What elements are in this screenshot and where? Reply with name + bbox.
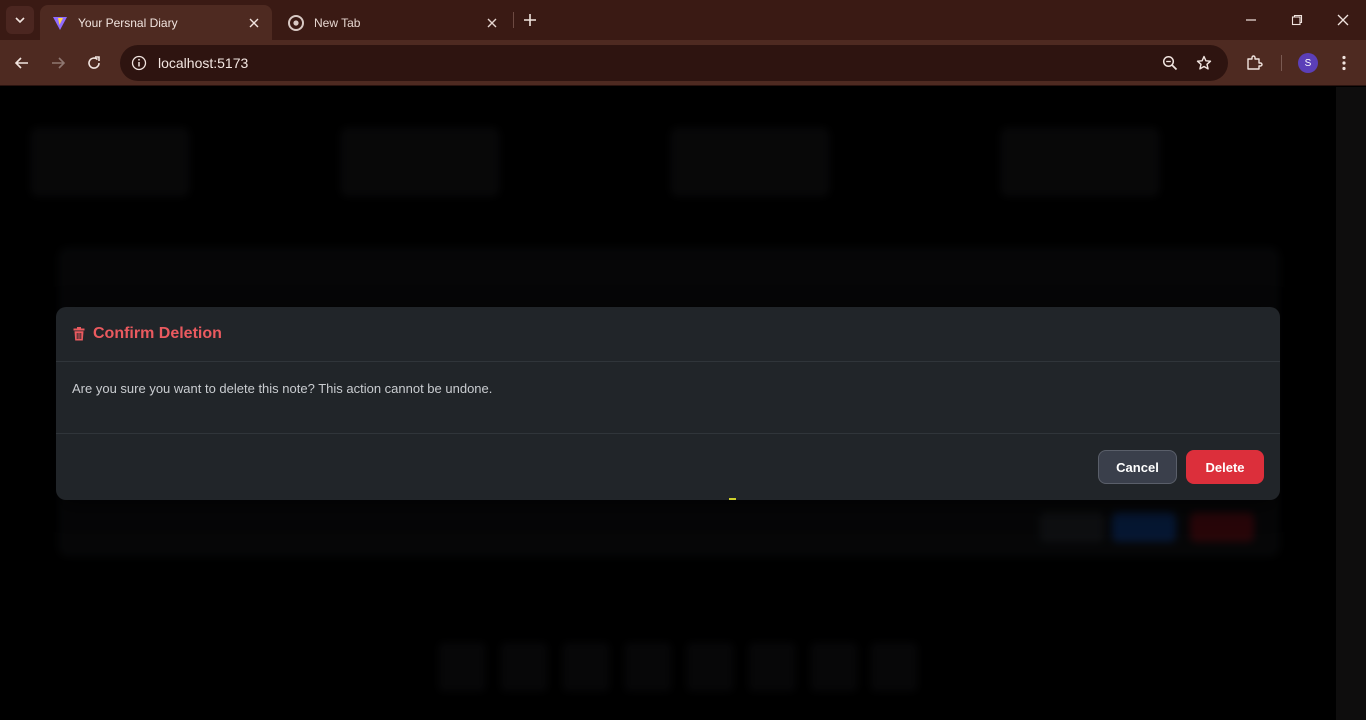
tab-your-persnal-diary[interactable]: Your Persnal Diary [40, 5, 272, 40]
pager-item [870, 642, 918, 692]
profile-button[interactable]: S [1294, 49, 1322, 77]
confirm-deletion-modal: Confirm Deletion Are you sure you want t… [56, 307, 1280, 500]
scrollbar[interactable] [1336, 87, 1366, 720]
modal-header: Confirm Deletion [56, 307, 1280, 362]
modal-body: Are you sure you want to delete this not… [56, 362, 1280, 434]
forward-button[interactable] [44, 49, 72, 77]
bookmark-button[interactable] [1190, 49, 1218, 77]
toolbar-divider [1281, 55, 1282, 71]
minimize-button[interactable] [1228, 0, 1274, 40]
pager-item [438, 642, 486, 692]
extensions-button[interactable] [1240, 49, 1268, 77]
chevron-down-icon [15, 17, 25, 24]
pager-item [624, 642, 672, 692]
tab-new-tab[interactable]: New Tab [276, 5, 510, 40]
tab-separator [513, 12, 514, 28]
puzzle-icon [1247, 55, 1263, 70]
stat-card [670, 127, 830, 197]
stat-card [340, 127, 500, 197]
tab-title: New Tab [314, 15, 361, 30]
back-button[interactable] [8, 49, 36, 77]
plus-icon [524, 14, 536, 26]
chrome-icon [288, 14, 304, 31]
zoom-button[interactable] [1156, 49, 1184, 77]
background-button [1040, 512, 1104, 542]
vite-logo-icon [52, 15, 68, 31]
avatar: S [1298, 53, 1318, 73]
modal-footer: Cancel Delete [56, 434, 1280, 500]
site-info-icon[interactable] [122, 45, 156, 81]
menu-button[interactable] [1330, 49, 1358, 77]
pager-item [686, 642, 734, 692]
stat-card [1000, 127, 1160, 197]
restore-icon [1291, 14, 1303, 26]
confirmation-message: Are you sure you want to delete this not… [72, 381, 493, 396]
minimize-icon [1246, 19, 1256, 21]
close-tab-icon[interactable] [484, 15, 500, 31]
background-button [1112, 512, 1176, 542]
arrow-left-icon [14, 57, 28, 69]
delete-button[interactable]: Delete [1186, 450, 1264, 484]
new-tab-button[interactable] [518, 8, 542, 32]
restore-button[interactable] [1274, 0, 1320, 40]
url-text: localhost:5173 [158, 55, 249, 71]
browser-tabstrip: Your Persnal Diary New Tab [0, 0, 1366, 40]
trash-icon [73, 327, 85, 341]
pager-item [500, 642, 548, 692]
close-window-button[interactable] [1320, 0, 1366, 40]
stat-card [30, 127, 190, 197]
zoom-out-icon [1162, 55, 1178, 71]
kebab-menu-icon [1342, 55, 1346, 71]
focus-indicator [729, 498, 736, 500]
browser-toolbar: localhost:5173 S [0, 40, 1366, 86]
tab-search-button[interactable] [6, 6, 34, 34]
modal-title: Confirm Deletion [93, 325, 222, 342]
reload-button[interactable] [80, 49, 108, 77]
background-button [1190, 512, 1254, 542]
pager-item [562, 642, 610, 692]
star-icon [1196, 55, 1212, 70]
pager-item [748, 642, 796, 692]
cancel-button[interactable]: Cancel [1098, 450, 1177, 484]
pager-item [810, 642, 858, 692]
tab-title: Your Persnal Diary [78, 15, 178, 30]
address-bar[interactable]: localhost:5173 [120, 45, 1228, 81]
close-icon [1337, 14, 1349, 26]
close-tab-icon[interactable] [246, 15, 262, 31]
arrow-right-icon [52, 57, 66, 69]
reload-icon [88, 56, 100, 69]
